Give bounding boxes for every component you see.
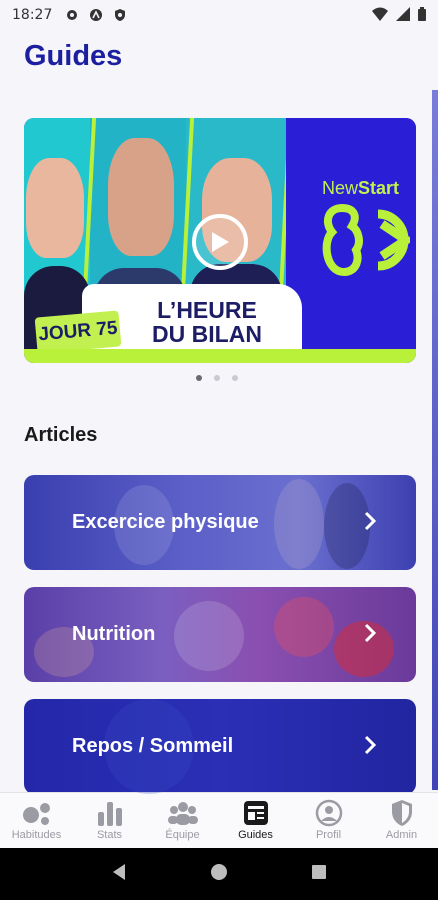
nav-label: Profil [315,829,342,841]
battery-icon [418,6,426,24]
nav-label: Habitudes [11,829,62,841]
person-1-face [26,158,84,258]
nav-item-stats[interactable]: Stats [73,793,146,848]
brand-name: NewStart [322,178,399,199]
team-icon [167,799,198,827]
article-card-exercise[interactable]: Excercice physique [24,475,416,570]
person-2-face [108,138,174,256]
article-card-sleep[interactable]: Repos / Sommeil [24,699,416,794]
play-icon [212,232,229,252]
day-badge: JOUR 75 [34,310,122,354]
profile-icon [314,799,344,827]
signal-icon [396,6,410,24]
play-button[interactable] [192,214,248,270]
page-title: Guides [24,40,123,72]
card-photo-shape [174,601,244,671]
hero-headline-line1: L’HEURE [157,297,257,323]
habits-icon [22,799,52,827]
carousel-indicator [196,375,238,381]
gear-icon [64,7,80,23]
hero-headline-line2: DU BILAN [152,321,262,347]
hero-headline: L’HEURE DU BILAN [132,298,282,346]
admin-shield-icon [387,799,417,827]
section-title-articles: Articles [24,424,98,446]
nav-item-habitudes[interactable]: Habitudes [0,793,73,848]
article-label: Repos / Sommeil [72,735,234,757]
carousel-dot[interactable] [196,375,202,381]
chevron-right-icon [364,623,376,643]
at-icon [88,7,104,23]
brand-name-bold: Start [358,178,400,198]
hero-accent-strip [24,349,416,363]
article-label: Nutrition [72,623,156,645]
status-bar: 18:27 [0,0,438,30]
carousel-dot[interactable] [214,375,220,381]
card-photo-shape [274,597,334,657]
bottom-nav: Habitudes Stats Équipe Guides Profil Adm… [0,792,438,848]
wifi-icon [372,7,388,24]
brand-name-light: New [322,178,359,198]
nav-label: Stats [96,829,123,841]
nav-item-equipe[interactable]: Équipe [146,793,219,848]
scroll-indicator [432,90,438,790]
nav-item-profil[interactable]: Profil [292,793,365,848]
carousel-dot[interactable] [232,375,238,381]
hero-video-card[interactable]: NewStart L’HEURE DU BILAN JOUR 75 [24,118,416,363]
nav-item-guides[interactable]: Guides [219,793,292,848]
shield-icon [112,7,128,23]
nav-label: Équipe [165,829,200,841]
recents-icon[interactable] [311,864,327,885]
article-label: Excercice physique [72,511,259,533]
home-icon[interactable] [210,863,228,886]
chevron-right-icon [364,511,376,531]
back-icon[interactable] [111,863,127,886]
chevron-right-icon [364,735,376,755]
guides-icon [241,799,271,827]
brand-logo-icon [320,202,415,283]
nav-item-admin[interactable]: Admin [365,793,438,848]
card-photo-shape [274,479,324,569]
nav-label: Guides [238,829,273,841]
article-card-nutrition[interactable]: Nutrition [24,587,416,682]
stats-icon [95,799,125,827]
nav-label: Admin [385,829,418,841]
status-time: 18:27 [12,7,53,23]
system-nav-bar [0,848,438,900]
